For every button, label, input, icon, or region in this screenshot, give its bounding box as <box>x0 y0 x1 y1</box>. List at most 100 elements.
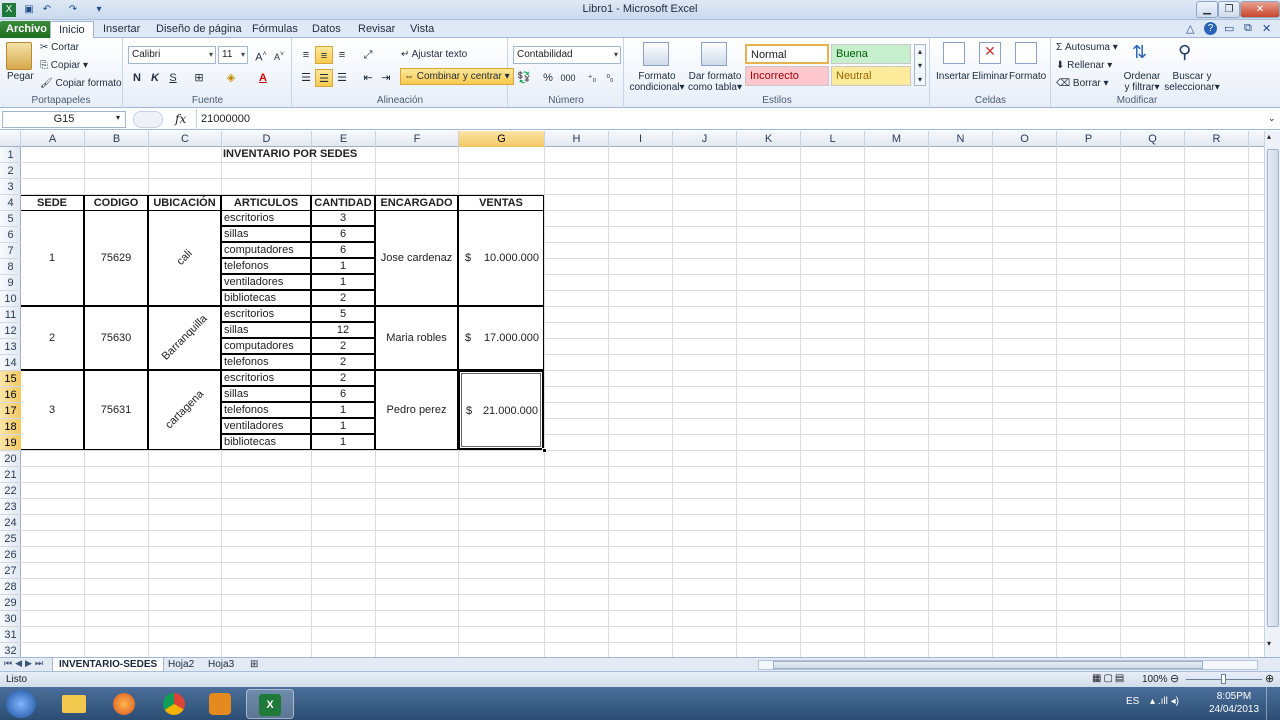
sort-filter-button[interactable]: Ordenar y filtrar▾ <box>1122 71 1162 93</box>
shrink-font-button[interactable]: A˅ <box>270 46 288 64</box>
copy-button[interactable]: ⎘ Copiar ▾ <box>40 60 88 71</box>
tab-revisar[interactable]: Revisar <box>350 21 403 38</box>
articulo-cell[interactable]: telefonos <box>221 258 311 274</box>
articulo-cell[interactable]: escritorios <box>221 370 311 386</box>
cantidad-cell[interactable]: 2 <box>311 354 375 370</box>
codigo-cell[interactable]: 75629 <box>84 210 148 306</box>
ubicacion-cell[interactable]: cali <box>148 210 221 306</box>
ventas-cell[interactable]: $17.000.000 <box>458 306 544 370</box>
style-buena[interactable]: Buena <box>831 44 911 64</box>
row-header[interactable]: 17 <box>0 403 21 419</box>
scroll-thumb[interactable] <box>1267 149 1279 627</box>
cantidad-cell[interactable]: 2 <box>311 338 375 354</box>
column-header-e[interactable]: E <box>312 131 376 147</box>
align-middle-button[interactable]: ≡ <box>315 46 333 64</box>
formula-input[interactable]: 21000000 <box>201 113 250 125</box>
expand-formula-bar-icon[interactable]: ⌄ <box>1268 113 1276 124</box>
sede-cell[interactable]: 1 <box>21 210 84 306</box>
articulo-cell[interactable]: sillas <box>221 386 311 402</box>
autosum-button[interactable]: Σ Autosuma ▾ <box>1056 42 1118 53</box>
row-header[interactable]: 20 <box>0 451 21 467</box>
column-header-r[interactable]: R <box>1185 131 1249 147</box>
cantidad-cell[interactable]: 2 <box>311 290 375 306</box>
horizontal-scroll-thumb[interactable] <box>773 661 1203 669</box>
zoom-in-icon[interactable]: ⊕ <box>1265 672 1274 685</box>
scroll-up-icon[interactable]: ▴ <box>1267 132 1271 141</box>
articulo-cell[interactable]: telefonos <box>221 402 311 418</box>
media-player-icon[interactable] <box>196 689 244 719</box>
ubicacion-cell[interactable]: Barranquilla <box>148 306 221 370</box>
align-top-button[interactable]: ≡ <box>297 46 315 64</box>
styles-scroll-button[interactable]: ▴ ▾ ▾ <box>914 44 926 86</box>
minimize-button[interactable]: ▁ <box>1196 1 1218 18</box>
help-icon[interactable]: ? <box>1204 22 1217 35</box>
sheet-tab-inventario[interactable]: INVENTARIO-SEDES <box>52 658 165 672</box>
articulo-cell[interactable]: ventiladores <box>221 274 311 290</box>
merge-center-button[interactable]: ⇔ Combinar y centrar ▾ <box>400 68 514 85</box>
row-header[interactable]: 15 <box>0 371 21 387</box>
fill-button[interactable]: ⬇ Rellenar ▾ <box>1056 60 1112 71</box>
encargado-cell[interactable]: Jose cardenaz <box>375 210 458 306</box>
cantidad-cell[interactable]: 1 <box>311 418 375 434</box>
tab-datos[interactable]: Datos <box>304 21 349 38</box>
firefox-icon[interactable] <box>100 689 148 719</box>
cantidad-cell[interactable]: 1 <box>311 434 375 450</box>
wrap-text-button[interactable]: ↵ Ajustar texto <box>401 49 467 60</box>
codigo-cell[interactable]: 75630 <box>84 306 148 370</box>
align-center-button[interactable]: ☰ <box>315 69 333 87</box>
tab-archivo[interactable]: Archivo <box>0 21 53 38</box>
font-color-button[interactable]: A <box>254 69 272 87</box>
maximize-button[interactable]: ❐ <box>1218 1 1240 18</box>
column-header-q[interactable]: Q <box>1121 131 1185 147</box>
format-painter-button[interactable]: 🖌 Copiar formato <box>40 78 122 89</box>
delete-cells-button[interactable]: Eliminar <box>972 71 1008 82</box>
articulo-cell[interactable]: bibliotecas <box>221 290 311 306</box>
borders-button[interactable]: ⊞ <box>190 69 208 87</box>
grow-font-button[interactable]: A˄ <box>252 46 270 64</box>
row-header[interactable]: 8 <box>0 259 21 275</box>
decrease-decimal-button[interactable]: ⁰₀ <box>601 69 619 87</box>
row-header[interactable]: 28 <box>0 579 21 595</box>
column-header-l[interactable]: L <box>801 131 865 147</box>
column-header-m[interactable]: M <box>865 131 929 147</box>
row-header[interactable]: 23 <box>0 499 21 515</box>
tab-formulas[interactable]: Fórmulas <box>244 21 306 38</box>
tab-inicio[interactable]: Inicio <box>50 21 94 39</box>
font-name-combo[interactable]: Calibri ▾ <box>128 46 216 64</box>
orientation-button[interactable]: ⤢ <box>359 46 377 64</box>
decrease-indent-button[interactable]: ⇤ <box>359 69 377 87</box>
table-header-cell[interactable]: VENTAS <box>458 195 544 211</box>
explorer-icon[interactable] <box>50 689 98 719</box>
ubicacion-cell[interactable]: cartagena <box>148 370 221 450</box>
find-select-button[interactable]: Buscar y seleccionar▾ <box>1164 71 1220 93</box>
row-header[interactable]: 4 <box>0 195 21 211</box>
tray-icons[interactable]: ▴ .ıll ◂) <box>1150 696 1179 707</box>
show-desktop-button[interactable] <box>1266 687 1280 720</box>
articulo-cell[interactable]: escritorios <box>221 306 311 322</box>
restore-window-icon[interactable]: ▭ <box>1224 22 1234 35</box>
select-all-button[interactable] <box>0 131 21 147</box>
row-header[interactable]: 31 <box>0 627 21 643</box>
row-header[interactable]: 11 <box>0 307 21 323</box>
row-header[interactable]: 14 <box>0 355 21 371</box>
row-header[interactable]: 2 <box>0 163 21 179</box>
table-header-cell[interactable]: SEDE <box>21 195 84 211</box>
excel-taskbar-icon[interactable]: X <box>246 689 294 719</box>
row-header[interactable]: 26 <box>0 547 21 563</box>
cantidad-cell[interactable]: 6 <box>311 226 375 242</box>
row-header[interactable]: 25 <box>0 531 21 547</box>
sheet-tab-hoja3[interactable]: Hoja3 <box>202 658 240 672</box>
row-header[interactable]: 29 <box>0 595 21 611</box>
cantidad-cell[interactable]: 12 <box>311 322 375 338</box>
style-incorrecto[interactable]: Incorrecto <box>745 66 829 86</box>
sheet-nav-arrows[interactable]: ⏮◀▶⏭ <box>4 658 46 669</box>
name-box[interactable]: G15 <box>2 111 126 128</box>
table-header-cell[interactable]: ARTICULOS <box>221 195 311 211</box>
chevron-down-icon[interactable]: ▾ <box>116 113 120 122</box>
restore-workbook-icon[interactable]: ⧉ <box>1244 22 1252 35</box>
horizontal-scrollbar[interactable] <box>758 660 1258 670</box>
language-indicator[interactable]: ES <box>1126 696 1139 707</box>
cantidad-cell[interactable]: 3 <box>311 210 375 226</box>
insert-function-button[interactable]: fx <box>175 112 186 126</box>
close-button[interactable]: ✕ <box>1240 1 1280 18</box>
